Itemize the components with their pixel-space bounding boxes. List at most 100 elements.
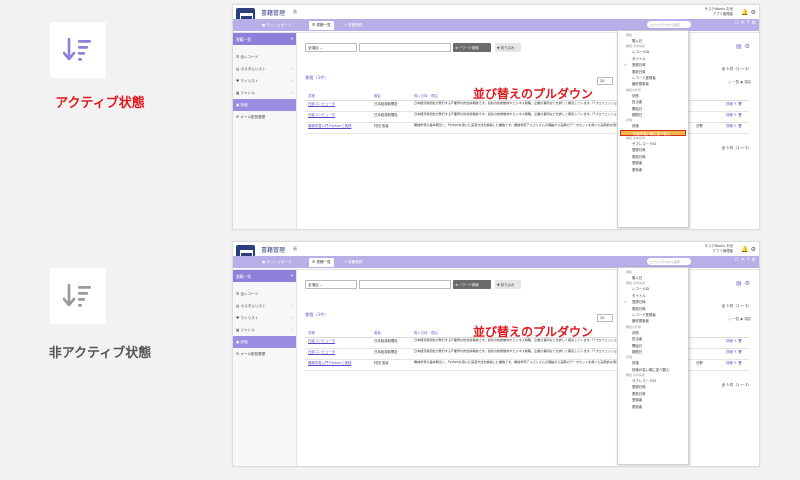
sidebar-header[interactable]: 書籍一覧 ⌖ <box>233 270 296 282</box>
dropdown-item[interactable]: 最終更新者 <box>618 318 688 324</box>
sidebar-item-mylist[interactable]: ♥ マイリスト › <box>233 312 296 324</box>
book-title-link[interactable]: 日経コンピュータ <box>305 100 371 112</box>
detail-link[interactable]: 詳細 <box>726 339 733 343</box>
search-placeholder: エクスプラクから検索 <box>650 259 680 264</box>
sidebar-item-mylist[interactable]: ♥ マイリスト › <box>233 75 296 87</box>
row-actions: 詳細 ✎ 🗑 <box>723 348 749 360</box>
dropdown-item[interactable]: 評価が高い順に並べ替え <box>620 129 686 137</box>
tab-label: + 書籍登録 <box>344 260 363 264</box>
edit-icon[interactable]: ✎ <box>734 102 737 106</box>
tab-book-register[interactable]: + 書籍登録 <box>341 21 366 30</box>
sidebar-item-genre[interactable]: ▦ ジャンル › <box>233 324 296 336</box>
extra-cell <box>693 348 723 360</box>
edit-icon[interactable]: ✎ <box>734 350 737 354</box>
bell-icon[interactable]: 🔔 <box>741 246 750 253</box>
dropdown-item[interactable]: 最終更新者 <box>618 81 688 87</box>
pin-icon[interactable]: ⌖ <box>291 36 293 41</box>
field-select[interactable]: 全項目 ⌄ <box>305 43 357 52</box>
settings-icon[interactable]: ⚙ <box>745 43 753 50</box>
keyword-search-button[interactable]: キーワード検索 <box>453 280 491 289</box>
sidebar-item-custom[interactable]: ▤ カスタムリスト › <box>233 300 296 312</box>
dropdown-item[interactable]: 期限日 <box>618 349 688 355</box>
dropdown-item[interactable]: 更新者 <box>618 167 688 173</box>
detail-link[interactable]: 詳細 <box>726 361 733 365</box>
settings-icon[interactable]: ⚙ <box>752 20 758 26</box>
sidebar-header[interactable]: 書籍一覧 ⌖ <box>233 33 296 45</box>
book-title-link[interactable]: 日経コンピュータ <box>305 111 371 123</box>
sidebar-item-label: カスタムリスト <box>240 67 266 71</box>
sort-dropdown: 書籍購入日書籍 基本情報レコードIDタイトル登録日時更新日時レコード登録者最終更… <box>617 267 689 465</box>
sidebar-item-all[interactable]: ☰ 全レコード <box>233 51 296 63</box>
tab-book-list[interactable]: ☰ 書籍一覧 <box>309 258 334 267</box>
dashboard-link[interactable]: ● ダッシュボード <box>259 258 294 267</box>
bell-icon[interactable]: 🔔 <box>741 9 750 16</box>
sidebar-item-rating[interactable]: ▣ 評価 <box>233 99 296 111</box>
book-title-link[interactable]: 機械学習入門 Pythonと実践 <box>305 359 371 371</box>
extra-cell <box>693 337 723 349</box>
field-select[interactable]: 全項目 ⌄ <box>305 280 357 289</box>
column-header[interactable]: 書籍 <box>305 328 371 338</box>
sidebar-item-rating[interactable]: ▣ 評価 <box>233 336 296 348</box>
filter-button[interactable]: ▼ 絞り込み <box>495 280 521 289</box>
sidebar-item-mail[interactable]: ✉ メール配信履歴 <box>233 348 296 360</box>
dropdown-item[interactable]: 購入日 <box>618 38 688 44</box>
sidebar: 書籍一覧 ⌖ ☰ 全レコード ▤ カスタムリスト › ♥ マイリスト › ▦ ジャンル… <box>233 33 297 229</box>
dropdown-item[interactable]: 期限日 <box>618 112 688 118</box>
column-header[interactable]: 著者 <box>371 91 411 101</box>
settings-icon[interactable]: ⚙ <box>752 257 758 263</box>
per-page-select[interactable]: 20 <box>597 77 613 85</box>
dropdown-item[interactable]: 購入日 <box>618 275 688 281</box>
dashboard-link[interactable]: ● ダッシュボード <box>259 21 294 30</box>
view-toggle[interactable]: ○ 一覧 ◉ 項目 <box>728 79 751 84</box>
trash-icon[interactable]: 🗑 <box>738 361 742 365</box>
sort-icon[interactable]: ▤ <box>736 43 745 50</box>
sidebar-item-custom[interactable]: ▤ カスタムリスト › <box>233 63 296 75</box>
view-toggle[interactable]: ○ 一覧 ◉ 項目 <box>728 316 751 321</box>
book-title-link[interactable]: 日経コンピュータ <box>305 348 371 360</box>
global-search-input[interactable]: エクスプラクから検索 <box>647 258 691 265</box>
extra-cell <box>693 111 723 123</box>
sidebar-item-all[interactable]: ☰ 全レコード <box>233 288 296 300</box>
trash-icon[interactable]: 🗑 <box>738 339 742 343</box>
sort-icon[interactable]: ▤ <box>736 280 745 287</box>
user-info[interactable]: サステWorks お世 アプリ管理者 <box>705 244 733 253</box>
publisher-cell: 日本経済新聞社 <box>371 111 411 123</box>
pin-icon[interactable]: ⌖ <box>291 273 293 278</box>
dropdown-item[interactable]: 更新者 <box>618 404 688 410</box>
trash-icon[interactable]: 🗑 <box>738 350 742 354</box>
edit-icon[interactable]: ✎ <box>734 361 737 365</box>
global-search-input[interactable]: エクスプラクから検索 <box>647 21 691 28</box>
book-title-link[interactable]: 機械学習入門 Pythonと実践 <box>305 122 371 134</box>
edit-icon[interactable]: ✎ <box>734 339 737 343</box>
detail-link[interactable]: 詳細 <box>726 102 733 106</box>
tab-book-register[interactable]: + 書籍登録 <box>341 258 366 267</box>
trash-icon[interactable]: 🗑 <box>738 124 742 128</box>
sidebar-item-genre[interactable]: ▦ ジャンル › <box>233 87 296 99</box>
gear-icon[interactable]: ⚙ <box>751 9 758 16</box>
edit-icon[interactable]: ✎ <box>734 124 737 128</box>
main-content: 全項目 ⌄ キーワード検索 ▼ 絞り込み ▤⚙ 書籍（3件） 20 全 3 件（… <box>297 270 759 466</box>
view-icons: ▤⚙ <box>736 280 753 287</box>
sort-descending-icon <box>63 283 91 307</box>
filter-button[interactable]: ▼ 絞り込み <box>495 43 521 52</box>
edit-icon[interactable]: ✎ <box>734 113 737 117</box>
publisher-cell: 日本経済新聞社 <box>371 337 411 349</box>
keyword-input[interactable] <box>359 43 451 52</box>
column-header[interactable]: 書籍 <box>305 91 371 101</box>
detail-link[interactable]: 詳細 <box>726 350 733 354</box>
dropdown-item[interactable]: 評価が高い順に並べ替え <box>618 367 688 373</box>
gear-icon[interactable]: ⚙ <box>751 246 758 253</box>
tab-book-list[interactable]: ☰ 書籍一覧 <box>309 21 334 30</box>
column-header[interactable]: 著者 <box>371 328 411 338</box>
book-title-link[interactable]: 日経コンピュータ <box>305 337 371 349</box>
trash-icon[interactable]: 🗑 <box>738 113 742 117</box>
trash-icon[interactable]: 🗑 <box>738 102 742 106</box>
detail-link[interactable]: 詳細 <box>726 124 733 128</box>
sidebar-item-mail[interactable]: ✉ メール配信履歴 <box>233 111 296 123</box>
user-info[interactable]: サステWorks お世 アプリ管理者 <box>705 7 733 16</box>
keyword-search-button[interactable]: キーワード検索 <box>453 43 491 52</box>
keyword-input[interactable] <box>359 280 451 289</box>
settings-icon[interactable]: ⚙ <box>745 280 753 287</box>
detail-link[interactable]: 詳細 <box>726 113 733 117</box>
per-page-select[interactable]: 20 <box>597 314 613 322</box>
